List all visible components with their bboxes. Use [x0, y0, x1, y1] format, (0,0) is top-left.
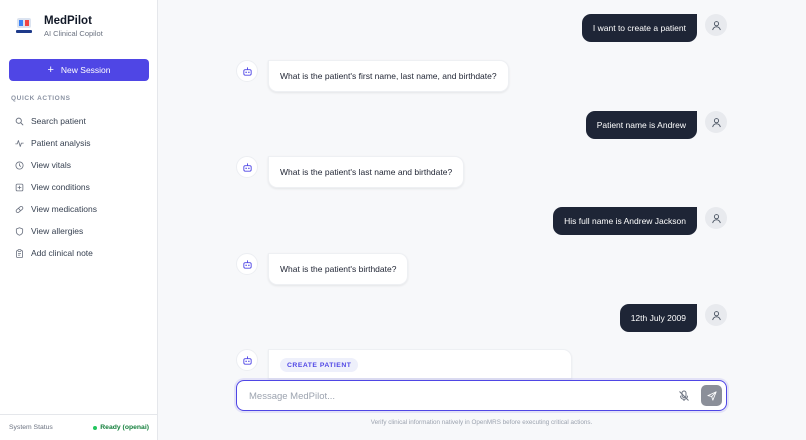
app-title: MedPilot [44, 15, 92, 27]
pill-icon [15, 205, 24, 213]
user-message: His full name is Andrew Jackson [553, 207, 697, 235]
sidebar: MedPilot AI Clinical Copilot + New Sessi… [0, 0, 158, 440]
quick-actions-heading: QUICK ACTIONS [11, 95, 71, 102]
quick-action-label: View allergies [31, 226, 84, 236]
medpilot-logo [14, 16, 34, 36]
user-avatar-icon [705, 14, 727, 36]
clipboard-icon [16, 248, 23, 258]
create-patient-card: CREATE PATIENT [268, 349, 572, 379]
disclaimer-text: Verify clinical information natively in … [370, 419, 593, 426]
quick-action-view-medications[interactable]: View medications [9, 198, 149, 220]
user-avatar-icon [705, 207, 727, 229]
user-message: Patient name is Andrew [585, 111, 697, 139]
message-input[interactable] [249, 388, 649, 404]
brand: MedPilot AI Clinical Copilot [14, 14, 103, 39]
create-patient-chip[interactable]: CREATE PATIENT [280, 358, 359, 372]
bot-avatar-icon [236, 349, 258, 371]
system-status-label: System Status [9, 424, 53, 431]
user-message: 12th July 2009 [619, 304, 697, 332]
bot-avatar-icon [236, 156, 258, 178]
assistant-bubble: What is the patient's last name and birt… [268, 156, 465, 188]
user-bubble: I want to create a patient [581, 14, 697, 42]
quick-action-label: View vitals [31, 160, 71, 170]
quick-action-view-vitals[interactable]: View vitals [9, 154, 149, 176]
quick-action-label: View conditions [31, 182, 90, 192]
assistant-message: What is the patient's first name, last n… [268, 60, 509, 92]
send-button[interactable] [701, 385, 722, 406]
conditions-icon [15, 183, 24, 191]
quick-action-patient-analysis[interactable]: Patient analysis [9, 132, 149, 154]
chat-area: I want to create a patient What is the p… [158, 0, 806, 440]
system-status-bar: System Status Ready (openai) [0, 414, 158, 440]
user-bubble: His full name is Andrew Jackson [553, 207, 697, 235]
system-status-value: Ready (openai) [93, 424, 149, 431]
quick-action-view-conditions[interactable]: View conditions [9, 176, 149, 198]
quick-action-label: Add clinical note [31, 248, 93, 258]
assistant-message: What is the patient's last name and birt… [268, 156, 465, 188]
plus-icon: + [47, 64, 54, 76]
app-subtitle: AI Clinical Copilot [44, 29, 103, 38]
status-value-text: Ready (openai) [100, 424, 149, 431]
new-session-label: New Session [60, 65, 111, 75]
quick-action-view-allergies[interactable]: View allergies [9, 220, 149, 242]
user-avatar-icon [705, 304, 727, 326]
status-dot-icon [93, 425, 98, 430]
quick-action-add-clinical-note[interactable]: Add clinical note [9, 242, 149, 264]
assistant-bubble: What is the patient's birthdate? [268, 253, 409, 285]
assistant-bubble: What is the patient's first name, last n… [268, 60, 509, 92]
user-message: I want to create a patient [581, 14, 697, 42]
quick-actions-list: Search patient Patient analysis View vit… [9, 110, 149, 264]
user-avatar-icon [705, 111, 727, 133]
vitals-icon [15, 160, 24, 170]
shield-icon [15, 226, 24, 236]
assistant-message: What is the patient's birthdate? [268, 253, 409, 285]
send-icon [706, 390, 717, 401]
user-bubble: Patient name is Andrew [585, 111, 697, 139]
quick-action-label: View medications [31, 204, 97, 214]
bot-avatar-icon [236, 253, 258, 275]
mic-off-icon[interactable] [678, 390, 690, 402]
user-bubble: 12th July 2009 [619, 304, 697, 332]
search-icon [15, 117, 24, 125]
new-session-button[interactable]: + New Session [9, 59, 149, 81]
message-composer [236, 380, 727, 411]
quick-action-search-patient[interactable]: Search patient [9, 110, 149, 132]
bot-avatar-icon [236, 60, 258, 82]
activity-icon [15, 139, 24, 147]
quick-action-label: Patient analysis [31, 138, 91, 148]
quick-action-label: Search patient [31, 116, 86, 126]
